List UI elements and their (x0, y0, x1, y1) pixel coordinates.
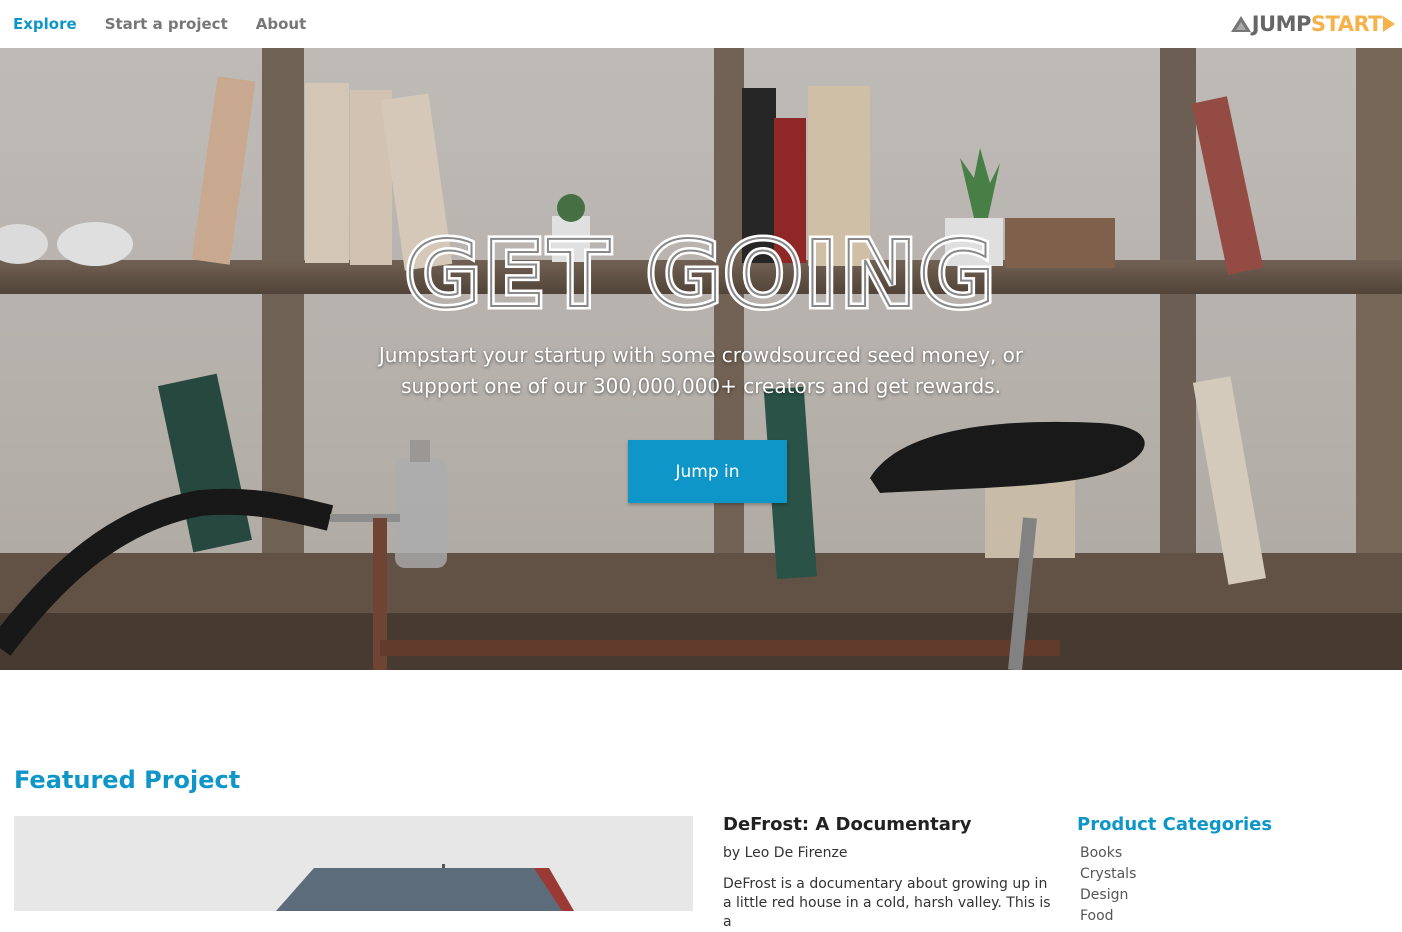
hero-banner: GET GOING GET GOING Jumpstart your start… (0, 48, 1402, 670)
category-list: Books Crystals Design Food (1077, 843, 1377, 927)
featured-project-info: DeFrost: A Documentary by Leo De Firenze… (723, 814, 1053, 932)
category-item-design[interactable]: Design (1080, 885, 1377, 906)
featured-project-author: by Leo De Firenze (723, 845, 848, 861)
nav-start-project-link[interactable]: Start a project (105, 15, 228, 33)
hero-subtitle-line2: support one of our 300,000,000+ creators… (401, 374, 1001, 398)
category-item-crystals[interactable]: Crystals (1080, 864, 1377, 885)
featured-image-graphic (14, 816, 693, 911)
featured-project-description: DeFrost is a documentary about growing u… (723, 876, 1051, 930)
featured-project-heading: Featured Project (14, 766, 241, 794)
hero-title-graphic: GET GOING GET GOING (402, 218, 999, 318)
logo-start-text: START (1310, 12, 1383, 36)
featured-project-image[interactable] (14, 816, 693, 911)
top-nav: Explore Start a project About JUMP START (0, 0, 1402, 48)
logo-triangle-icon (1230, 16, 1251, 32)
jump-in-button[interactable]: Jump in (628, 440, 787, 503)
logo-arrow-icon (1383, 16, 1395, 32)
nav-links: Explore Start a project About (0, 15, 306, 33)
product-categories: Product Categories Books Crystals Design… (1077, 814, 1377, 927)
category-item-books[interactable]: Books (1080, 843, 1377, 864)
nav-explore-link[interactable]: Explore (13, 15, 77, 33)
hero-title: GET GOING GET GOING (0, 218, 1402, 322)
category-item-food[interactable]: Food (1080, 906, 1377, 927)
logo-jump-text: JUMP (1251, 12, 1312, 36)
hero-subtitle-line1: Jumpstart your startup with some crowdso… (378, 343, 1024, 367)
nav-about-link[interactable]: About (256, 15, 307, 33)
featured-project-name[interactable]: DeFrost: A Documentary (723, 814, 1053, 835)
hero-title-inline: GET GOING (405, 221, 997, 318)
hero-subtitle: Jumpstart your startup with some crowdso… (0, 340, 1402, 402)
product-categories-heading: Product Categories (1077, 814, 1273, 835)
jumpstart-logo[interactable]: JUMP START (1230, 12, 1396, 36)
